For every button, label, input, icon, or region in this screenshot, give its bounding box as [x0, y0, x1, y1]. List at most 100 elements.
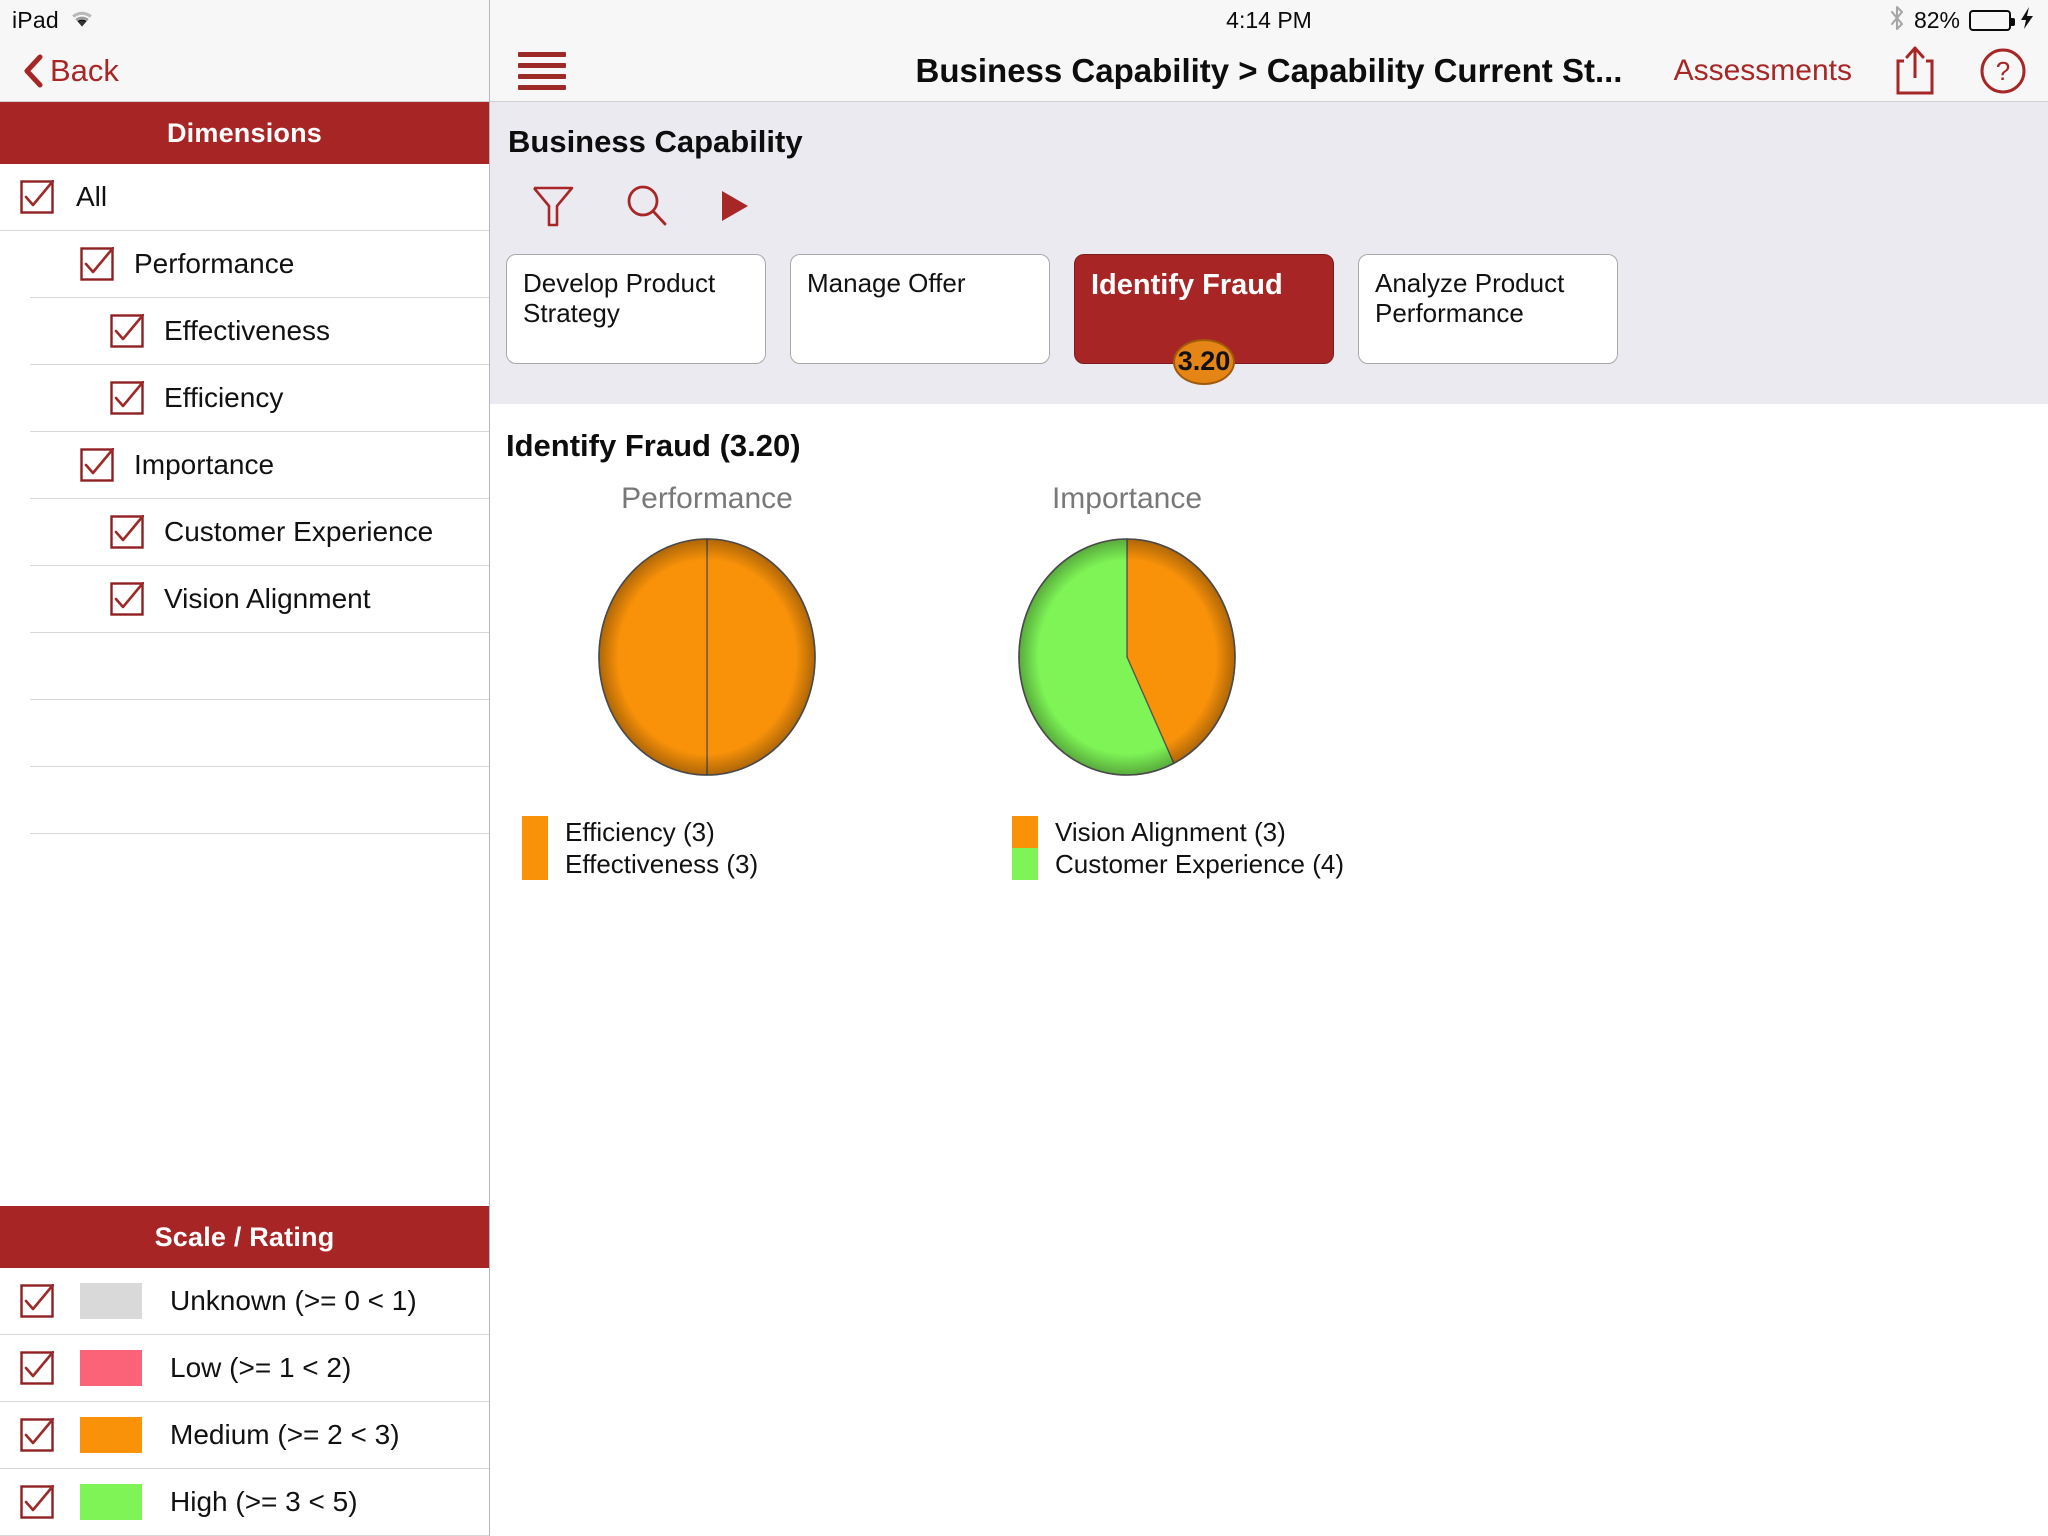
- legend-label: Customer Experience (4): [1055, 848, 1344, 879]
- dimension-row[interactable]: Vision Alignment: [30, 566, 489, 633]
- back-button-label: Back: [50, 52, 119, 88]
- dimension-label: All: [76, 181, 108, 212]
- dimension-row[interactable]: Importance: [30, 432, 489, 499]
- chevron-left-icon: [22, 54, 44, 88]
- checkbox-icon[interactable]: [110, 381, 144, 415]
- checkbox-icon[interactable]: [80, 247, 114, 281]
- legend-row: Customer Experience (4): [1012, 848, 1412, 880]
- pie-chart-caption: Performance: [621, 482, 793, 515]
- legend-label: Vision Alignment (3): [1055, 816, 1286, 847]
- dimension-label: Performance: [134, 248, 295, 279]
- legend-row: Effectiveness (3): [522, 848, 922, 880]
- navbar-actions: Assessments ?: [1674, 45, 2028, 97]
- app-root: iPad Back Dimensions All Performance Eff…: [0, 0, 2048, 1536]
- dimension-row[interactable]: Effectiveness: [30, 298, 489, 365]
- legend-color-swatch: [1012, 816, 1038, 848]
- dimensions-list: All Performance Effectiveness Efficiency Imp…: [0, 164, 489, 1206]
- share-icon[interactable]: [1892, 45, 1938, 97]
- capability-cards-strip[interactable]: Develop Product Strategy Manage Offer Iden…: [490, 248, 2048, 404]
- bluetooth-icon: [1889, 5, 1905, 36]
- checkbox-icon[interactable]: [20, 1485, 54, 1519]
- dimension-row-empty: [30, 700, 489, 767]
- back-button[interactable]: Back: [22, 53, 119, 89]
- legends-container: Efficiency (3) Effectiveness (3) Vision Al…: [506, 816, 2048, 880]
- sub-header-title: Business Capability: [508, 124, 803, 159]
- capability-card-label: Identify Fraud: [1091, 269, 1283, 301]
- scale-color-swatch: [80, 1417, 142, 1453]
- dimension-row[interactable]: Customer Experience: [30, 499, 489, 566]
- scale-rating-label: Low (>= 1 < 2): [170, 1352, 352, 1383]
- sub-header: Business Capability: [490, 102, 2048, 248]
- capability-card-label: Analyze Product Performance: [1375, 268, 1565, 328]
- legend-color-swatch: [522, 816, 548, 848]
- dimension-label: Customer Experience: [164, 516, 434, 547]
- dimension-label: Effectiveness: [164, 315, 331, 346]
- capability-card-label: Develop Product Strategy: [523, 268, 716, 328]
- svg-text:?: ?: [1996, 56, 2010, 86]
- scale-rating-list: Unknown (>= 0 < 1) Low (>= 1 < 2) Medium (…: [0, 1268, 489, 1536]
- capability-card-label: Manage Offer: [807, 268, 966, 298]
- hamburger-menu-icon[interactable]: [518, 46, 566, 96]
- content-toolbar: [508, 160, 2048, 248]
- capability-card[interactable]: Identify Fraud 3.20: [1074, 254, 1334, 385]
- scale-color-swatch: [80, 1283, 142, 1319]
- scale-rating-header: Scale / Rating: [0, 1206, 489, 1268]
- checkbox-icon[interactable]: [110, 582, 144, 616]
- dimension-row[interactable]: Efficiency: [30, 365, 489, 432]
- scale-rating-row[interactable]: Unknown (>= 0 < 1): [0, 1268, 489, 1335]
- checkbox-icon[interactable]: [20, 1418, 54, 1452]
- scale-rating-row[interactable]: High (>= 3 < 5): [0, 1469, 489, 1536]
- pie-charts-container: Performance Importance: [506, 482, 2048, 782]
- chart-area: Identify Fraud (3.20) Performance Importa…: [490, 404, 2048, 1536]
- pie-chart-legend: Vision Alignment (3) Customer Experience …: [1012, 816, 1412, 880]
- dimensions-header: Dimensions: [0, 102, 489, 164]
- left-navbar: Back: [0, 40, 489, 102]
- lightning-bolt-icon: [2020, 6, 2034, 35]
- battery-percent-label: 82%: [1913, 6, 1960, 33]
- status-icons: 82%: [1889, 5, 2034, 36]
- legend-color-swatch: [1012, 848, 1038, 880]
- help-icon[interactable]: ?: [1978, 46, 2028, 96]
- battery-icon: [1969, 9, 2015, 31]
- play-icon[interactable]: [718, 185, 752, 227]
- filter-icon[interactable]: [530, 182, 576, 230]
- pie-chart-svg[interactable]: [1007, 532, 1247, 782]
- dimension-label: Vision Alignment: [164, 583, 371, 614]
- dimension-row[interactable]: All: [0, 164, 489, 231]
- scale-rating-label: Medium (>= 2 < 3): [170, 1419, 400, 1450]
- scale-rating-label: High (>= 3 < 5): [170, 1486, 358, 1517]
- chart-title: Identify Fraud (3.20): [506, 428, 801, 463]
- dimension-label: Efficiency: [164, 382, 284, 413]
- dimension-row[interactable]: Performance: [30, 231, 489, 298]
- assessments-button[interactable]: Assessments: [1674, 54, 1852, 88]
- checkbox-icon[interactable]: [110, 314, 144, 348]
- legend-row: Efficiency (3): [522, 816, 922, 848]
- scale-rating-row[interactable]: Low (>= 1 < 2): [0, 1335, 489, 1402]
- scale-color-swatch: [80, 1350, 142, 1386]
- legend-color-swatch: [522, 848, 548, 880]
- checkbox-icon[interactable]: [20, 1351, 54, 1385]
- checkbox-icon[interactable]: [110, 515, 144, 549]
- capability-card[interactable]: Analyze Product Performance: [1358, 254, 1618, 364]
- pie-chart-block: Performance: [542, 482, 872, 782]
- legend-label: Effectiveness (3): [565, 848, 759, 879]
- search-icon[interactable]: [624, 182, 670, 230]
- capability-card[interactable]: Manage Offer: [790, 254, 1050, 364]
- capability-card[interactable]: Develop Product Strategy: [506, 254, 766, 364]
- pie-chart-svg[interactable]: [587, 532, 827, 782]
- dimension-label: Importance: [134, 449, 275, 480]
- checkbox-icon[interactable]: [80, 448, 114, 482]
- status-bar-right: 4:14 PM 82%: [490, 0, 2048, 40]
- checkbox-icon[interactable]: [20, 180, 54, 214]
- dimension-row-empty: [30, 767, 489, 834]
- pie-chart-block: Importance: [962, 482, 1292, 782]
- left-sidebar: iPad Back Dimensions All Performance Eff…: [0, 0, 490, 1536]
- capability-score-badge: 3.20: [1173, 339, 1235, 385]
- scale-rating-row[interactable]: Medium (>= 2 < 3): [0, 1402, 489, 1469]
- scale-rating-label: Unknown (>= 0 < 1): [170, 1285, 417, 1316]
- checkbox-icon[interactable]: [20, 1284, 54, 1318]
- legend-label: Efficiency (3): [565, 816, 715, 847]
- clock-label: 4:14 PM: [1226, 6, 1312, 33]
- scale-color-swatch: [80, 1484, 142, 1520]
- pie-chart-caption: Importance: [1051, 482, 1203, 515]
